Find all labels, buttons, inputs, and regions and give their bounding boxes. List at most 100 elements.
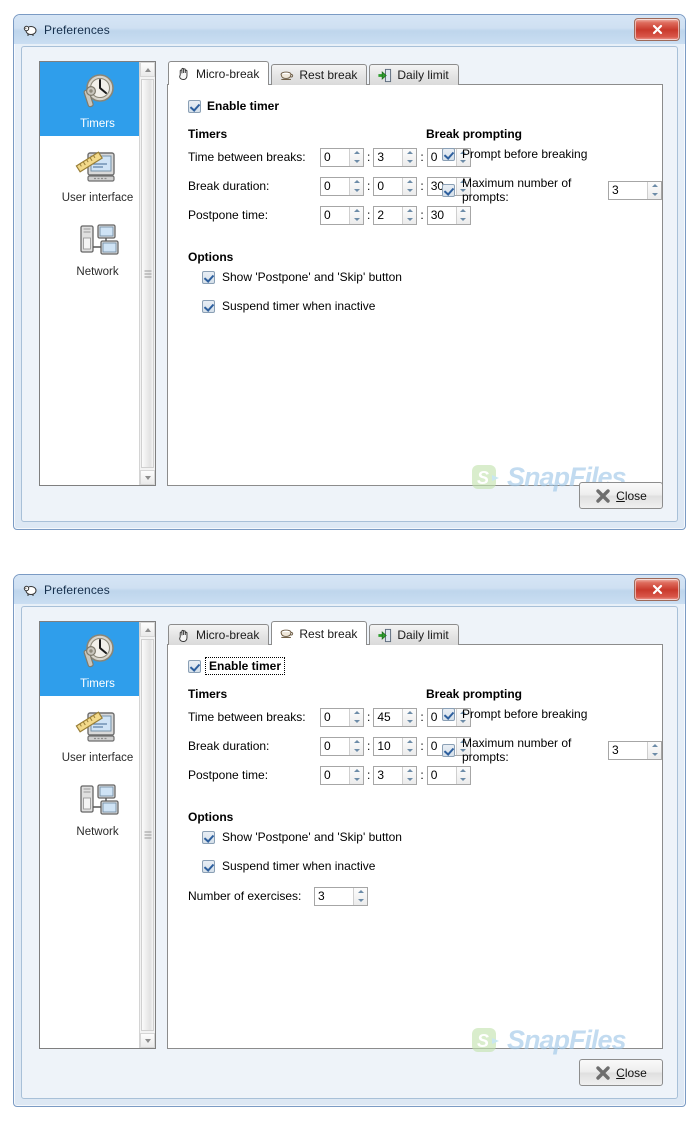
maximum-prompts-row[interactable]: Maximum number of prompts: 3 <box>442 176 662 204</box>
spin-value[interactable]: 0 <box>427 766 456 784</box>
spin-value[interactable]: 3 <box>609 181 647 199</box>
suspend-timer-row[interactable]: Suspend timer when inactive <box>202 859 375 873</box>
time-between-breaks-hours[interactable]: 0 <box>320 707 364 727</box>
time-between-breaks-hours[interactable]: 0 <box>320 147 364 167</box>
prompt-before-breaking-checkbox[interactable] <box>442 707 455 721</box>
sidebar-scrollbar[interactable] <box>139 62 155 485</box>
sidebar-item-user-interface[interactable]: User interface <box>40 696 155 770</box>
spin-up[interactable] <box>350 767 363 776</box>
suspend-timer-row[interactable]: Suspend timer when inactive <box>202 299 375 313</box>
scroll-down-button[interactable] <box>140 470 155 485</box>
spin-value[interactable]: 0 <box>374 177 403 195</box>
number-of-exercises-spinner[interactable]: 3 <box>314 886 368 906</box>
spin-value[interactable]: 0 <box>321 708 349 726</box>
postpone-time-minutes[interactable]: 3 <box>373 765 418 785</box>
spin-value[interactable]: 0 <box>321 148 349 166</box>
suspend-timer-checkbox[interactable] <box>202 859 215 873</box>
spin-up[interactable] <box>403 767 416 776</box>
postpone-time-hours[interactable]: 0 <box>320 765 364 785</box>
spin-down[interactable] <box>403 717 416 726</box>
window-close-button[interactable] <box>634 18 680 41</box>
sidebar-scrollbar[interactable] <box>139 622 155 1048</box>
spin-up[interactable] <box>403 207 416 216</box>
spin-up[interactable] <box>457 767 470 776</box>
tab-rest-break[interactable]: Rest break <box>271 621 368 645</box>
spin-down[interactable] <box>648 190 661 199</box>
break-duration-hours[interactable]: 0 <box>320 176 364 196</box>
prompt-before-breaking-row[interactable]: Prompt before breaking <box>442 147 587 161</box>
window-close-button[interactable] <box>634 578 680 601</box>
scroll-down-button[interactable] <box>140 1033 155 1048</box>
sidebar-item-timers[interactable]: Timers <box>40 622 155 696</box>
maximum-prompts-spinner[interactable]: 3 <box>608 740 662 760</box>
spin-down[interactable] <box>648 750 661 759</box>
spin-down[interactable] <box>403 775 416 784</box>
postpone-time-seconds[interactable]: 0 <box>426 765 471 785</box>
postpone-time-hours[interactable]: 0 <box>320 205 364 225</box>
time-between-breaks-minutes[interactable]: 3 <box>373 147 418 167</box>
spin-value[interactable]: 30 <box>427 206 456 224</box>
enable-timer-row[interactable]: Enable timer <box>188 657 286 675</box>
close-button[interactable]: Close <box>579 482 663 509</box>
spin-down[interactable] <box>457 775 470 784</box>
time-between-breaks-minutes[interactable]: 45 <box>373 707 418 727</box>
spin-value[interactable]: 3 <box>609 741 647 759</box>
spin-value[interactable]: 2 <box>374 206 403 224</box>
show-postpone-skip-checkbox[interactable] <box>202 830 215 844</box>
spin-up[interactable] <box>350 207 363 216</box>
tab-micro-break[interactable]: Micro-break <box>168 624 270 645</box>
spin-up[interactable] <box>350 709 363 718</box>
spin-down[interactable] <box>457 215 470 224</box>
spin-up[interactable] <box>350 149 363 158</box>
postpone-time-seconds[interactable]: 30 <box>426 205 471 225</box>
postpone-time-minutes[interactable]: 2 <box>373 205 418 225</box>
spin-down[interactable] <box>350 775 363 784</box>
scroll-up-button[interactable] <box>140 622 155 637</box>
spin-down[interactable] <box>350 215 363 224</box>
maximum-prompts-spinner[interactable]: 3 <box>608 180 662 200</box>
spin-value[interactable]: 0 <box>321 766 349 784</box>
spin-up[interactable] <box>403 738 416 747</box>
show-postpone-skip-row[interactable]: Show 'Postpone' and 'Skip' button <box>202 830 402 844</box>
spin-down[interactable] <box>350 717 363 726</box>
spin-up[interactable] <box>354 888 367 897</box>
show-postpone-skip-row[interactable]: Show 'Postpone' and 'Skip' button <box>202 270 402 284</box>
spin-value[interactable]: 3 <box>315 887 353 905</box>
prompt-before-breaking-checkbox[interactable] <box>442 147 455 161</box>
spin-up[interactable] <box>403 709 416 718</box>
scrollbar-thumb[interactable] <box>141 79 154 468</box>
spin-up[interactable] <box>457 207 470 216</box>
spin-up[interactable] <box>648 182 661 191</box>
close-button[interactable]: Close <box>579 1059 663 1086</box>
spin-value[interactable]: 3 <box>374 148 403 166</box>
spin-up[interactable] <box>403 149 416 158</box>
maximum-prompts-row[interactable]: Maximum number of prompts: 3 <box>442 736 662 764</box>
sidebar-item-network[interactable]: Network <box>40 210 155 284</box>
suspend-timer-checkbox[interactable] <box>202 299 215 313</box>
spin-value[interactable]: 0 <box>321 177 349 195</box>
spin-value[interactable]: 0 <box>321 206 349 224</box>
maximum-prompts-checkbox[interactable] <box>442 183 455 197</box>
spin-down[interactable] <box>403 186 416 195</box>
sidebar-item-timers[interactable]: Timers <box>40 62 155 136</box>
enable-timer-checkbox[interactable] <box>188 99 201 113</box>
tab-micro-break[interactable]: Micro-break <box>168 61 270 85</box>
break-duration-hours[interactable]: 0 <box>320 736 364 756</box>
scroll-up-button[interactable] <box>140 62 155 77</box>
enable-timer-checkbox[interactable] <box>188 659 201 673</box>
spin-value[interactable]: 10 <box>374 737 403 755</box>
scrollbar-thumb[interactable] <box>141 639 154 1031</box>
spin-up[interactable] <box>350 178 363 187</box>
spin-down[interactable] <box>350 157 363 166</box>
spin-down[interactable] <box>403 746 416 755</box>
spin-up[interactable] <box>648 742 661 751</box>
spin-value[interactable]: 3 <box>374 766 403 784</box>
break-duration-minutes[interactable]: 10 <box>373 736 418 756</box>
tab-daily-limit[interactable]: Daily limit <box>369 64 459 85</box>
show-postpone-skip-checkbox[interactable] <box>202 270 215 284</box>
enable-timer-row[interactable]: Enable timer <box>188 99 279 113</box>
spin-up[interactable] <box>403 178 416 187</box>
spin-value[interactable]: 0 <box>321 737 349 755</box>
sidebar-item-network[interactable]: Network <box>40 770 155 844</box>
spin-down[interactable] <box>403 215 416 224</box>
